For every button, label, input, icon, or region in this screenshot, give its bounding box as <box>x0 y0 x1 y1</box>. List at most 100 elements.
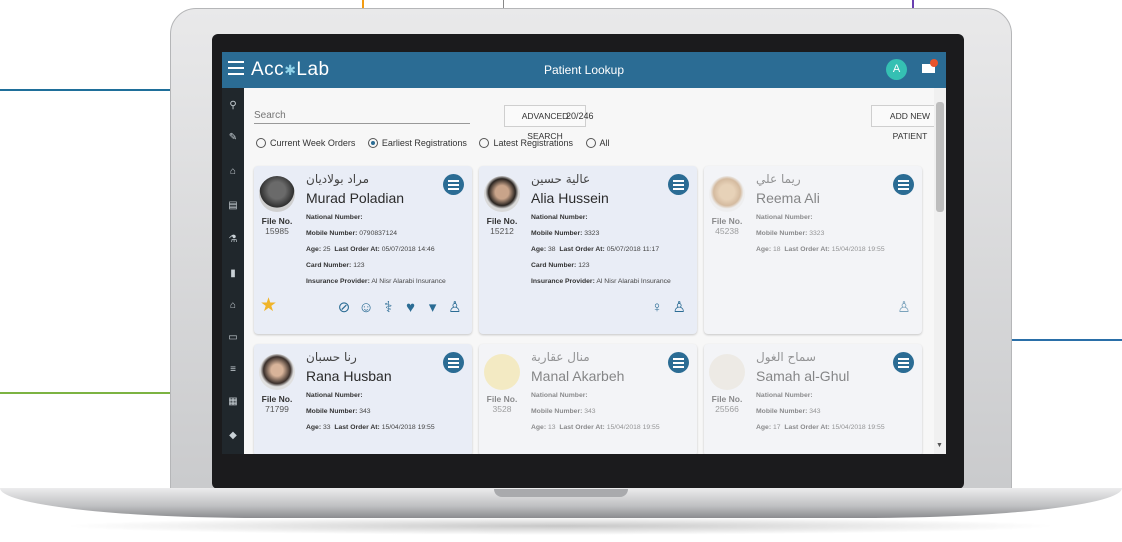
age-last-order: Age: 25 Last Order At: 05/07/2018 14:46 <box>306 246 435 253</box>
face-icon[interactable]: ☺ <box>358 299 374 316</box>
card-icon[interactable]: ▭ <box>227 332 239 344</box>
radio-latest-registrations[interactable]: Latest Registrations <box>479 138 573 148</box>
mobile-number: Mobile Number: 343 <box>756 408 821 415</box>
search-icon[interactable]: ⚲ <box>227 100 239 112</box>
patient-photo <box>484 354 520 390</box>
card-menu-button[interactable] <box>668 352 689 373</box>
mobile-number: Mobile Number: 343 <box>306 408 371 415</box>
printer-icon[interactable]: ▦ <box>227 396 239 408</box>
radio-all[interactable]: All <box>585 138 610 148</box>
patient-card[interactable]: File No. 45238 ريما علي Reema Ali Nationa… <box>704 166 922 334</box>
scrollbar-thumb[interactable] <box>936 102 944 212</box>
card-menu-button[interactable] <box>443 352 464 373</box>
patient-arabic-name: ريما علي <box>756 172 801 186</box>
sidebar: ⚲ ✎ ⌂ ▤ ⚗ ▮ ⌂ ▭ ≡ ▦ ◆ <box>222 88 244 454</box>
patient-arabic-name: رنا حسبان <box>306 350 357 364</box>
radio-label: Earliest Registrations <box>381 138 467 148</box>
patient-card[interactable]: File No. 3528 منال عقاربة Manal Akarbeh N… <box>479 344 697 454</box>
patient-photo <box>709 354 745 390</box>
file-number: File No. 25566 <box>711 394 743 414</box>
radio-label: Current Week Orders <box>270 138 356 148</box>
insurance-provider: Insurance Provider: Al Nisr Alarabi Insu… <box>531 278 671 285</box>
radio-label: All <box>599 138 610 148</box>
national-number: National Number: <box>756 392 813 399</box>
radio-current-week-orders[interactable]: Current Week Orders <box>256 138 355 148</box>
mobile-number: Mobile Number: 0790837124 <box>306 230 398 237</box>
patient-photo <box>259 354 295 390</box>
card-menu-button[interactable] <box>893 174 914 195</box>
pregnancy-icon[interactable]: ♀ <box>649 299 665 316</box>
patient-card[interactable]: File No. 15212 عالية حسين Alia Hussein Na… <box>479 166 697 334</box>
patient-card[interactable]: File No. 25566 سماح الغول Samah al-Ghul N… <box>704 344 922 454</box>
list-icon[interactable]: ≡ <box>227 364 239 376</box>
radio-label: Latest Registrations <box>493 138 573 148</box>
national-number: National Number: <box>531 392 588 399</box>
stethoscope-icon[interactable]: ⚕ <box>380 298 396 316</box>
search-input[interactable] <box>254 108 470 124</box>
search-block-icon[interactable]: ⊘ <box>336 298 352 316</box>
card-icon-row: ♀ ♙ <box>647 298 687 318</box>
top-bar: Acc✱Lab Patient Lookup A <box>222 52 946 88</box>
patient-name: Alia Hussein <box>531 190 609 206</box>
lab-icon[interactable]: ♙ <box>447 298 463 316</box>
card-menu-button[interactable] <box>443 174 464 195</box>
radio-dot <box>479 138 490 148</box>
notification-badge <box>930 59 938 67</box>
shield-icon[interactable]: ◆ <box>227 430 239 442</box>
patient-card[interactable]: File No. 71799 رنا حسبان Rana Husban Nati… <box>254 344 472 454</box>
patient-card[interactable]: File No. 15985 مراد بولاديان Murad Poladi… <box>254 166 472 334</box>
home-icon[interactable]: ⌂ <box>227 166 239 178</box>
laptop-shadow <box>60 517 1060 535</box>
tag-icon[interactable]: ▾ <box>425 298 441 316</box>
user-avatar[interactable]: A <box>886 59 907 80</box>
app-screen: Acc✱Lab Patient Lookup A ⚲ ✎ ⌂ ▤ ⚗ ▮ ⌂ ▭… <box>222 52 946 454</box>
decor-line-right <box>993 339 1122 341</box>
card-menu-button[interactable] <box>893 352 914 373</box>
age-last-order: Age: 13 Last Order At: 15/04/2018 19:55 <box>531 424 660 431</box>
scroll-down-arrow-icon[interactable]: ▼ <box>936 442 943 449</box>
national-number: National Number: <box>306 392 363 399</box>
insurance-provider: Insurance Provider: Al Nisr Alarabi Insu… <box>306 278 446 285</box>
patient-photo <box>259 176 295 212</box>
radio-dot <box>585 138 596 148</box>
lab-icon[interactable]: ♙ <box>896 298 912 316</box>
radio-dot <box>256 138 266 148</box>
heart-icon[interactable]: ♥ <box>403 299 419 316</box>
patient-arabic-name: سماح الغول <box>756 350 816 364</box>
file-number: File No. 15212 <box>486 216 518 236</box>
patient-arabic-name: عالية حسين <box>531 172 591 186</box>
age-last-order: Age: 33 Last Order At: 15/04/2018 19:55 <box>306 424 435 431</box>
national-number: National Number: <box>531 214 588 221</box>
radio-earliest-registrations[interactable]: Earliest Registrations <box>367 138 467 148</box>
patient-arabic-name: مراد بولاديان <box>306 172 370 186</box>
favorite-star-icon[interactable]: ★ <box>260 294 277 317</box>
page-title: Patient Lookup <box>543 63 625 77</box>
patient-photo <box>484 176 520 212</box>
card-icon-row: ⊘ ☺ ⚕ ♥ ▾ ♙ <box>334 298 463 318</box>
national-number: National Number: <box>306 214 363 221</box>
card-number: Card Number: 123 <box>531 262 590 269</box>
patient-name: Reema Ali <box>756 190 820 206</box>
age-last-order: Age: 17 Last Order At: 15/04/2018 19:55 <box>756 424 885 431</box>
card-icon-row: ♙ <box>894 298 912 318</box>
file-number: File No. 45238 <box>711 216 743 236</box>
clipboard-icon[interactable]: ▤ <box>227 200 239 212</box>
flask-icon[interactable]: ⚗ <box>227 234 239 246</box>
file-number: File No. 3528 <box>486 394 518 414</box>
bank-icon[interactable]: ⌂ <box>227 300 239 312</box>
card-menu-button[interactable] <box>668 174 689 195</box>
main-content: ADVANCED SEARCH 20/246 ADD NEW PATIENT C… <box>244 88 946 454</box>
national-number: National Number: <box>756 214 813 221</box>
card-number: Card Number: 123 <box>306 262 365 269</box>
mobile-number: Mobile Number: 3323 <box>531 230 600 237</box>
lab-icon[interactable]: ♙ <box>671 298 687 316</box>
age-last-order: Age: 38 Last Order At: 05/07/2018 11:17 <box>531 246 660 253</box>
file-number: File No. 71799 <box>261 394 293 414</box>
result-count: 20/246 <box>566 111 594 121</box>
patient-name: Murad Poladian <box>306 190 405 206</box>
patient-arabic-name: منال عقاربة <box>531 350 590 364</box>
edit-icon[interactable]: ✎ <box>227 132 239 144</box>
filter-radio-group: Current Week Orders Earliest Registratio… <box>256 138 620 148</box>
trash-icon[interactable]: ▮ <box>227 268 239 280</box>
decor-line-left-bottom <box>0 392 170 394</box>
